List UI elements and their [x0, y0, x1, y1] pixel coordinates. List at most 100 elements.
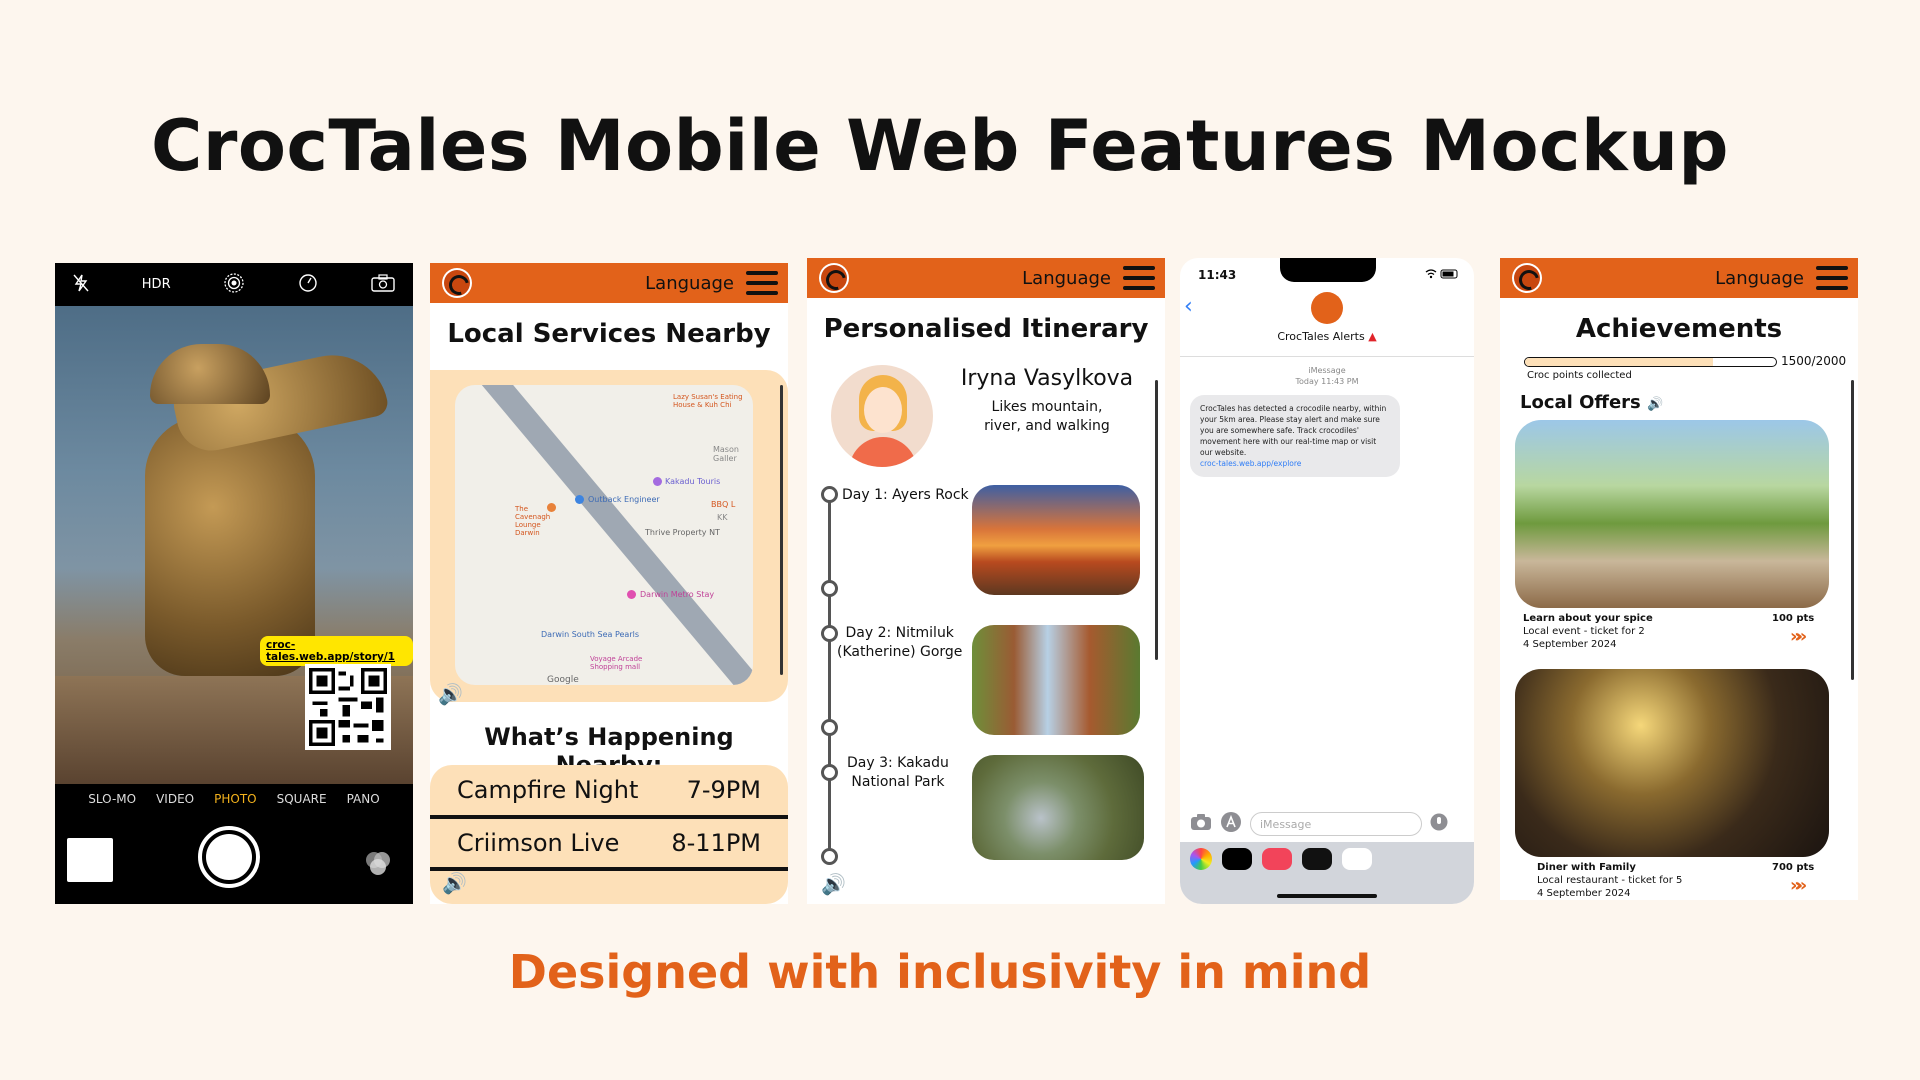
last-photo-thumbnail[interactable]	[67, 838, 113, 882]
mode-slo-mo[interactable]: SLO-MO	[88, 792, 136, 806]
speaker-icon[interactable]: 🔊	[1647, 397, 1663, 412]
timeline-dot	[821, 580, 838, 597]
user-avatar[interactable]	[831, 365, 933, 467]
map-label[interactable]: Darwin Metro Stay	[640, 590, 714, 599]
message-meta: iMessage Today 11:43 PM	[1295, 366, 1359, 386]
language-button[interactable]: Language	[1715, 268, 1804, 289]
explore-link[interactable]: croc-tales.web.app/explore	[1200, 459, 1301, 468]
points-progress-bar	[1524, 357, 1777, 367]
event-row[interactable]: Criimson Live 8-11PM	[430, 819, 788, 871]
day-label: Day 2: Nitmiluk (Katherine) Gorge	[837, 625, 963, 660]
croctales-logo-icon[interactable]	[442, 268, 472, 298]
map-label[interactable]: Mason Galler	[713, 445, 753, 463]
mode-pano[interactable]: PANO	[347, 792, 380, 806]
double-chevron-right-icon[interactable]: »»	[1790, 875, 1807, 896]
croctales-logo-icon[interactable]	[819, 263, 849, 293]
language-button[interactable]: Language	[1022, 268, 1111, 289]
speaker-icon[interactable]: 🔊	[442, 871, 467, 895]
offer-title: Diner with Family	[1537, 862, 1636, 873]
map-label[interactable]: Outback Engineer	[588, 495, 660, 504]
compose-bar: iMessage	[1180, 810, 1474, 838]
speaker-icon[interactable]: 🔊	[438, 682, 463, 706]
conversation-header: ‹ CrocTales Alerts ▲	[1180, 292, 1474, 357]
mode-video[interactable]: VIDEO	[156, 792, 194, 806]
event-time: 7-9PM	[686, 776, 761, 804]
camera-mode-selector: SLO-MO VIDEO PHOTO SQUARE PANO	[55, 792, 413, 806]
offer-image[interactable]	[1515, 669, 1829, 857]
qr-url-badge[interactable]: croc-tales.web.app/story/1	[260, 636, 413, 666]
filters-icon[interactable]	[360, 848, 396, 878]
camera-viewfinder[interactable]: croc-tales.web.app/story/1	[55, 306, 413, 784]
app-header: Language	[807, 258, 1165, 298]
hamburger-menu-icon[interactable]	[746, 271, 778, 295]
screen-title: Achievements	[1575, 314, 1783, 344]
map-pin-icon[interactable]	[627, 590, 636, 599]
photos-app-icon[interactable]	[1190, 848, 1212, 870]
event-name: Campfire Night	[457, 776, 639, 804]
kakadu-photo[interactable]	[972, 755, 1144, 860]
map-pin-icon[interactable]	[575, 495, 584, 504]
contact-name[interactable]: CrocTales Alerts ▲	[1180, 330, 1474, 343]
page-title: CrocTales Mobile Web Features Mockup	[150, 105, 1730, 187]
croctales-logo-icon[interactable]	[1512, 263, 1542, 293]
event-time: 8-11PM	[671, 829, 761, 857]
search-images-icon[interactable]	[1262, 848, 1292, 870]
user-name: Iryna Vasylkova	[960, 366, 1134, 391]
offer-image[interactable]	[1515, 420, 1829, 608]
timeline-dot	[821, 719, 838, 736]
map-label[interactable]: Voyage Arcade Shopping mall	[590, 655, 645, 671]
qr-code[interactable]	[305, 664, 391, 750]
timeline-dot	[821, 486, 838, 503]
imessage-input[interactable]: iMessage	[1250, 812, 1422, 836]
more-icon[interactable]	[1342, 848, 1372, 870]
hamburger-menu-icon[interactable]	[1816, 266, 1848, 290]
speaker-icon[interactable]: 🔊	[821, 872, 846, 896]
croctales-logo-icon[interactable]	[1311, 292, 1343, 324]
event-row[interactable]: Campfire Night 7-9PM	[430, 765, 788, 819]
offer-points: 100 pts	[1772, 613, 1815, 624]
nearby-map[interactable]: Lazy Susan's Eating House & Kuh Chi Maso…	[455, 385, 753, 685]
ayers-rock-photo[interactable]	[972, 485, 1140, 595]
switch-camera-icon[interactable]	[371, 273, 395, 296]
map-pin-icon[interactable]	[653, 477, 662, 486]
offer-title: Learn about your spice	[1523, 613, 1653, 624]
flash-off-icon[interactable]	[73, 274, 89, 296]
dictation-icon[interactable]	[1430, 813, 1448, 835]
language-button[interactable]: Language	[645, 273, 734, 294]
scrollbar[interactable]	[780, 385, 783, 675]
hdr-toggle[interactable]: HDR	[142, 277, 171, 292]
timer-icon[interactable]	[298, 273, 318, 297]
map-label[interactable]: Darwin South Sea Pearls	[541, 630, 639, 639]
itinerary-timeline	[828, 488, 831, 860]
back-chevron-icon[interactable]: ‹	[1184, 294, 1193, 319]
app-store-icon[interactable]	[1220, 811, 1242, 837]
app-header: Language	[1500, 258, 1858, 298]
map-label[interactable]: Thrive Property NT	[645, 528, 720, 537]
mode-square[interactable]: SQUARE	[277, 792, 327, 806]
message-bubble[interactable]: CrocTales has detected a crocodile nearb…	[1190, 395, 1400, 477]
camera-icon[interactable]	[1190, 813, 1212, 835]
live-photo-icon[interactable]	[223, 272, 245, 298]
points-label: Croc points collected	[1527, 370, 1632, 381]
event-name: Criimson Live	[457, 829, 620, 857]
shutter-button[interactable]	[198, 826, 260, 888]
map-label[interactable]: BBQ L	[711, 500, 735, 509]
apple-pay-icon[interactable]	[1222, 848, 1252, 870]
screen-title: Local Services Nearby	[447, 319, 771, 349]
scrollbar[interactable]	[1155, 380, 1158, 660]
points-progress-fill	[1525, 358, 1714, 366]
nitmiluk-gorge-photo[interactable]	[972, 625, 1140, 735]
google-logo: Google	[547, 675, 579, 685]
camera-screen: HDR croc-tales.web.app/story/1 SLO-MO VI…	[55, 263, 413, 904]
tagline: Designed with inclusivity in mind	[508, 945, 1372, 999]
digital-touch-icon[interactable]	[1302, 848, 1332, 870]
map-label[interactable]: The Cavenagh Lounge Darwin	[515, 505, 565, 537]
map-label[interactable]: Lazy Susan's Eating House & Kuh Chi	[673, 393, 743, 409]
offer-points: 700 pts	[1772, 862, 1815, 873]
double-chevron-right-icon[interactable]: »»	[1790, 626, 1807, 647]
scrollbar[interactable]	[1851, 380, 1854, 680]
mode-photo[interactable]: PHOTO	[214, 792, 256, 806]
map-label[interactable]: KK	[717, 513, 728, 522]
map-label[interactable]: Kakadu Touris	[665, 477, 720, 486]
hamburger-menu-icon[interactable]	[1123, 266, 1155, 290]
